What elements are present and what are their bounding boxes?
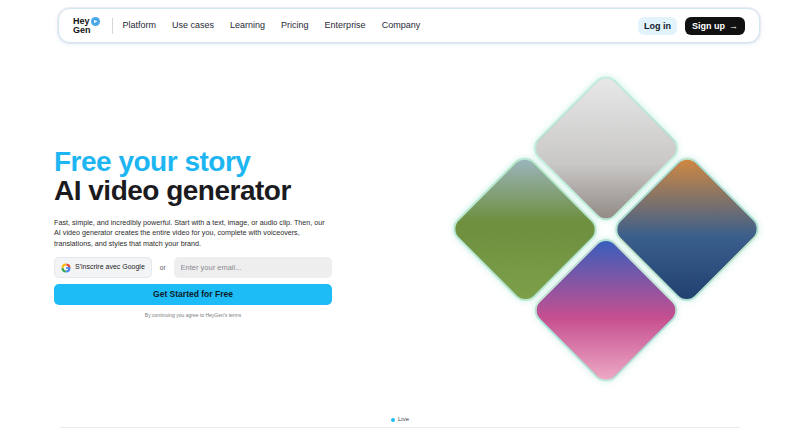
nav-link[interactable]: Company [382,19,421,33]
terms-note: By continuing you agree to HeyGen's term… [54,312,332,320]
arrow-icon: → [729,20,738,32]
logo-text: Gen [73,26,91,35]
hero-text: Free your storyAI video generator Fast, s… [54,147,332,320]
nav-link[interactable]: Pricing [281,19,309,33]
login-button[interactable]: Log in [638,17,677,35]
nav-link[interactable]: Learning [230,19,265,33]
logo-icon [91,17,100,26]
live-dot [391,418,395,422]
bottom-divider [60,427,740,428]
video-diamond [448,71,765,388]
hero-section: Free your storyAI video generator Fast, s… [0,43,800,415]
nav-links: Platform Use cases Learning Pricing Enterpri… [123,19,421,33]
google-signin-button[interactable]: S'inscrire avec Google [54,257,152,278]
logo-text: Hey [73,17,91,26]
google-button-label: S'inscrire avec Google [75,262,145,273]
nav-link[interactable]: Platform [123,19,157,33]
live-indicator: Live [0,415,800,427]
or-separator: or [156,263,170,273]
logo[interactable]: HeyGen [73,17,100,35]
nav-link[interactable]: Use cases [172,19,214,33]
signup-label: Sign up [692,20,725,32]
top-navbar: HeyGen Platform Use cases Learning Pricing En… [58,8,760,43]
nav-actions: Log in Sign up → [638,17,745,35]
live-label: Live [398,415,409,424]
hero-title-accent: Free your story [54,147,332,176]
email-input[interactable] [174,257,332,278]
get-started-button[interactable]: Get Started for Free [54,284,332,305]
video-showcase [445,68,767,390]
signup-row: S'inscrire avec Google or [54,257,332,278]
signup-button[interactable]: Sign up → [685,17,745,35]
google-icon [61,263,71,273]
hero-description: Fast, simple, and incredibly powerful. S… [54,218,332,250]
nav-link[interactable]: Enterprise [325,19,366,33]
nav-divider [112,18,113,34]
hero-title: AI video generator [54,176,332,206]
